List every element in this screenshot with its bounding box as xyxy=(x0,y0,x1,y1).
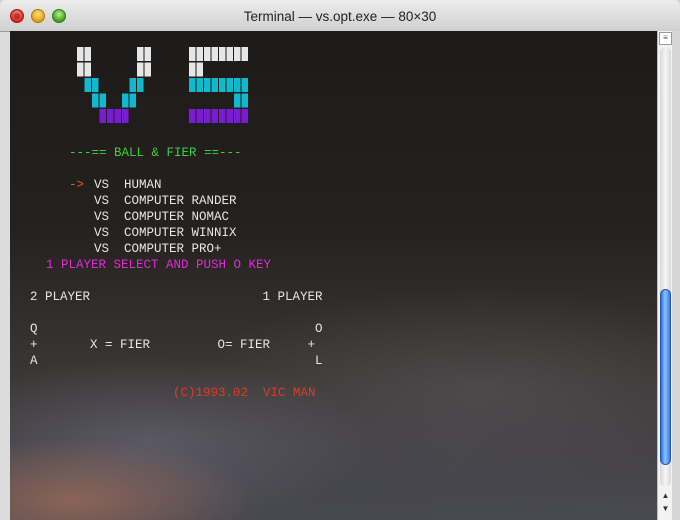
logo-letter-s-block xyxy=(189,78,196,92)
logo-letter-s-block xyxy=(234,47,241,61)
menu-item-vs-computer-nomac: VS COMPUTER NOMAC xyxy=(94,210,230,224)
scroll-thumb[interactable] xyxy=(660,289,671,465)
window-title: Terminal — vs.opt.exe — 80×30 xyxy=(243,9,437,24)
logo-letter-s-block xyxy=(189,109,196,123)
scroll-up-icon[interactable]: ▲ xyxy=(659,490,672,502)
logo-letter-s-block xyxy=(226,109,233,123)
window-edge xyxy=(672,31,680,520)
logo-letter-s-block xyxy=(219,78,226,92)
logo-letter-v-block xyxy=(129,78,136,92)
logo-letter-v-block xyxy=(84,62,91,77)
logo-letter-s-block xyxy=(226,78,233,92)
logo-letter-s-block xyxy=(241,47,248,61)
logo-letter-s-block xyxy=(234,109,241,123)
controls-line-1: Q O xyxy=(30,322,323,336)
vs-logo xyxy=(77,47,248,123)
logo-letter-v-block xyxy=(99,93,106,108)
game-subtitle: ---== BALL & FIER ==--- xyxy=(69,146,242,160)
select-prompt: 1 PLAYER SELECT AND PUSH O KEY xyxy=(46,258,272,272)
logo-letter-v-block xyxy=(92,78,99,92)
logo-letter-s-block xyxy=(196,47,203,61)
terminal-content[interactable]: ---== BALL & FIER ==--- -> VS HUMAN VS C… xyxy=(10,31,657,520)
title-bar[interactable]: Terminal — vs.opt.exe — 80×30 xyxy=(0,0,680,32)
menu-item-vs-computer-pro: VS COMPUTER PRO+ xyxy=(94,242,222,256)
logo-letter-s-block xyxy=(196,109,203,123)
logo-letter-v-block xyxy=(92,93,99,108)
logo-letter-s-block xyxy=(196,62,203,77)
logo-letter-s-block xyxy=(234,78,241,92)
logo-letter-s-block xyxy=(241,78,248,92)
logo-letter-v-block xyxy=(122,93,129,108)
logo-letter-s-block xyxy=(226,47,233,61)
logo-letter-v-block xyxy=(77,62,84,77)
logo-letter-v-block xyxy=(129,93,136,108)
split-pane-icon[interactable]: ≡ xyxy=(659,32,672,45)
controls-line-3: A L xyxy=(30,354,323,368)
logo-letter-s-block xyxy=(241,93,248,108)
logo-letter-s-block xyxy=(196,78,203,92)
logo-letter-v-block xyxy=(84,47,91,61)
logo-letter-s-block xyxy=(189,62,196,77)
logo-letter-v-block xyxy=(114,109,121,123)
menu-item-vs-computer-winnix: VS COMPUTER WINNIX xyxy=(94,226,237,240)
logo-letter-v-block xyxy=(144,62,151,77)
logo-letter-v-block xyxy=(144,47,151,61)
logo-letter-v-block xyxy=(137,78,144,92)
logo-letter-s-block xyxy=(189,47,196,61)
logo-letter-s-block xyxy=(211,47,218,61)
copyright-text: (C)1993.02 VIC MAN xyxy=(173,386,316,400)
logo-letter-v-block xyxy=(137,47,144,61)
logo-letter-s-block xyxy=(204,47,211,61)
menu-cursor: -> xyxy=(69,178,85,192)
vertical-scrollbar[interactable]: ≡ ▲ ▼ xyxy=(657,31,673,520)
logo-letter-v-block xyxy=(99,109,106,123)
logo-letter-v-block xyxy=(122,109,129,123)
logo-letter-v-block xyxy=(77,47,84,61)
logo-letter-s-block xyxy=(204,78,211,92)
logo-letter-v-block xyxy=(137,62,144,77)
logo-letter-s-block xyxy=(219,47,226,61)
logo-letter-v-block xyxy=(107,109,114,123)
logo-letter-s-block xyxy=(204,109,211,123)
logo-letter-s-block xyxy=(241,109,248,123)
logo-letter-s-block xyxy=(219,109,226,123)
logo-letter-v-block xyxy=(84,78,91,92)
players-line: 2 PLAYER 1 PLAYER xyxy=(30,290,323,304)
menu-item-vs-computer-rander: VS COMPUTER RANDER xyxy=(94,194,237,208)
terminal-window: Terminal — vs.opt.exe — 80×30 ---== BALL… xyxy=(0,0,680,520)
logo-letter-s-block xyxy=(211,109,218,123)
controls-line-2: + X = FIER O= FIER + xyxy=(30,338,316,352)
menu-item-vs-human: VS HUMAN xyxy=(94,178,162,192)
logo-letter-s-block xyxy=(211,78,218,92)
logo-letter-s-block xyxy=(234,93,241,108)
scroll-down-icon[interactable]: ▼ xyxy=(659,503,672,515)
